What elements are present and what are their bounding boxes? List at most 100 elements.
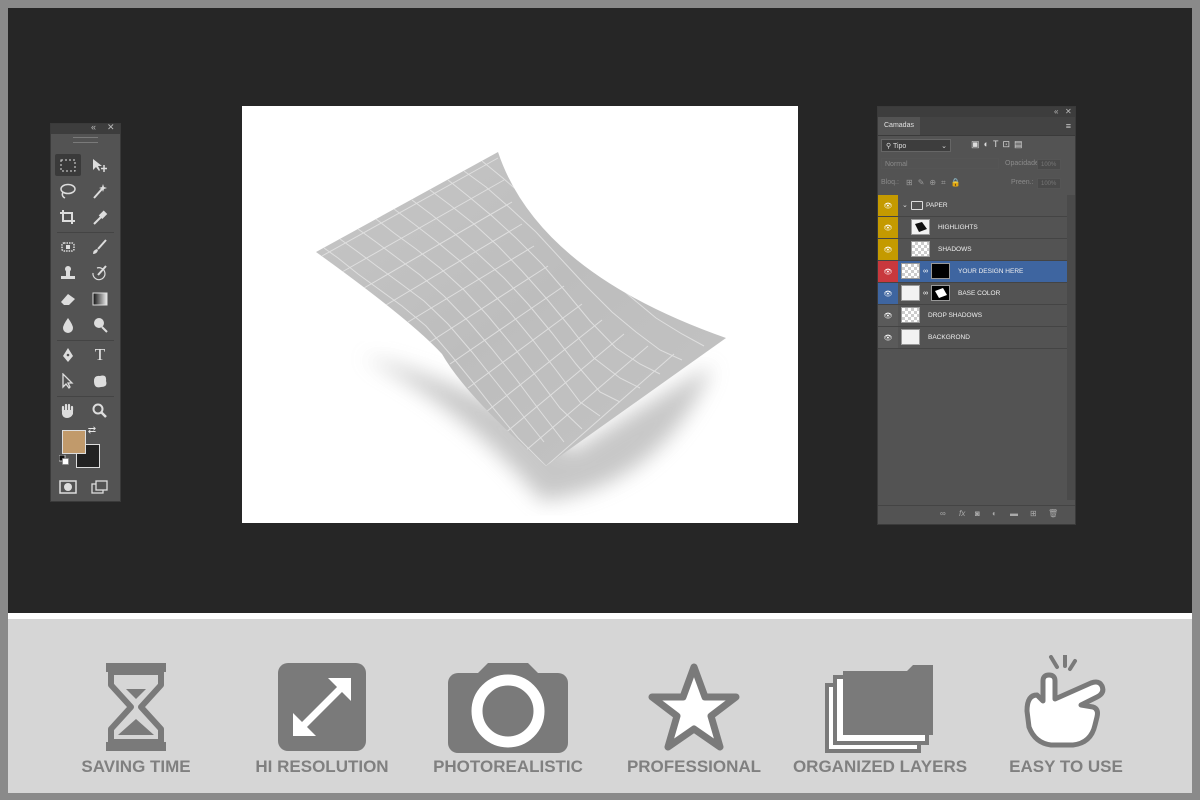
feature-label: PROFESSIONAL bbox=[626, 757, 762, 776]
default-colors-icon[interactable] bbox=[57, 454, 71, 466]
layer-row[interactable]: 👁 DROP SHADOWS bbox=[878, 305, 1067, 327]
opacity-field[interactable]: 100% bbox=[1037, 159, 1061, 170]
brush-tool-icon[interactable] bbox=[87, 236, 113, 258]
eraser-tool-icon[interactable] bbox=[55, 288, 81, 310]
visibility-eye-icon[interactable]: 👁 bbox=[878, 239, 898, 260]
visibility-eye-icon[interactable]: 👁 bbox=[878, 327, 898, 348]
layers-tab-bar: Camadas ≡ bbox=[878, 117, 1075, 136]
feature-label: HI RESOLUTION bbox=[255, 757, 389, 776]
new-layer-icon[interactable]: ⊞ bbox=[1030, 509, 1037, 518]
tool-separator bbox=[57, 396, 114, 397]
layer-name: DROP SHADOWS bbox=[928, 312, 983, 319]
chevron-down-icon[interactable]: ⌄ bbox=[902, 195, 908, 216]
close-icon[interactable]: ✕ bbox=[107, 122, 115, 133]
link-icon[interactable]: ∞ bbox=[940, 509, 946, 518]
expand-arrows-icon bbox=[278, 663, 366, 751]
chevron-down-icon: ⌄ bbox=[941, 143, 947, 150]
adjustment-icon[interactable]: ◐ bbox=[992, 509, 997, 518]
pen-tool-icon[interactable] bbox=[55, 344, 81, 366]
layer-filter-select[interactable]: ⚲ Tipo ⌄ bbox=[881, 139, 951, 152]
layer-row[interactable]: 👁 ∞ BASE COLOR bbox=[878, 283, 1067, 305]
layer-row[interactable]: 👁 HIGHLIGHTS bbox=[878, 217, 1067, 239]
folder-icon bbox=[911, 201, 923, 210]
healing-brush-icon[interactable] bbox=[55, 236, 81, 258]
layer-row[interactable]: 👁 SHADOWS bbox=[878, 239, 1067, 261]
lock-icons[interactable]: ⊞✎⊕⌗🔒 bbox=[906, 176, 966, 189]
layer-row[interactable]: 👁 ∞ YOUR DESIGN HERE bbox=[878, 261, 1067, 283]
layer-row[interactable]: 👁 ⌄ PAPER bbox=[878, 195, 1067, 217]
fill-label: Preen.: bbox=[1011, 179, 1034, 186]
layers-panel-titlebar: « ✕ bbox=[878, 107, 1075, 117]
fill-field[interactable]: 100% bbox=[1037, 178, 1061, 189]
mask-thumbnail[interactable] bbox=[931, 285, 950, 301]
path-selection-icon[interactable] bbox=[55, 370, 81, 392]
layer-thumbnail bbox=[901, 329, 920, 345]
blend-mode-select[interactable]: Normal bbox=[881, 158, 999, 169]
layer-row[interactable]: 👁 BACKGROND bbox=[878, 327, 1067, 349]
blur-tool-icon[interactable] bbox=[55, 314, 81, 336]
eyedropper-icon[interactable] bbox=[87, 206, 113, 228]
visibility-eye-icon[interactable]: 👁 bbox=[878, 217, 898, 238]
layers-footer: ∞ fx ◙ ◐ ▬ ⊞ 🗑 bbox=[878, 505, 1075, 524]
panel-grip[interactable] bbox=[73, 137, 98, 143]
visibility-eye-icon[interactable]: 👁 bbox=[878, 283, 898, 304]
visibility-eye-icon[interactable]: 👁 bbox=[878, 261, 898, 282]
camera-icon bbox=[448, 663, 568, 753]
marquee-tool-icon[interactable] bbox=[55, 154, 81, 176]
smart-filter-icon[interactable]: ▤ bbox=[1014, 139, 1027, 149]
layers-panel: « ✕ Camadas ≡ ⚲ Tipo ⌄ ▣◐T⊡▤ Normal Opac… bbox=[877, 106, 1076, 525]
history-brush-icon[interactable] bbox=[87, 262, 113, 284]
foreground-color-swatch[interactable] bbox=[62, 430, 86, 454]
layer-thumbnail bbox=[901, 285, 920, 301]
layer-thumbnail bbox=[911, 241, 930, 257]
hourglass-icon bbox=[106, 663, 166, 751]
magic-wand-icon[interactable] bbox=[87, 180, 113, 202]
paper-mockup-image bbox=[316, 152, 726, 501]
mask-thumbnail[interactable] bbox=[931, 263, 950, 279]
layers-scrollbar[interactable] bbox=[1067, 195, 1075, 500]
dodge-tool-icon[interactable] bbox=[87, 314, 113, 336]
zoom-tool-icon[interactable] bbox=[87, 400, 113, 422]
collapse-icon[interactable]: « bbox=[1054, 107, 1058, 116]
mask-icon[interactable]: ◙ bbox=[975, 509, 980, 518]
swap-colors-icon[interactable]: ⇄ bbox=[85, 424, 99, 436]
trash-icon[interactable]: 🗑 bbox=[1048, 509, 1058, 518]
visibility-eye-icon[interactable]: 👁 bbox=[878, 305, 898, 326]
chain-link-icon[interactable]: ∞ bbox=[923, 283, 928, 304]
close-icon[interactable]: ✕ bbox=[1065, 107, 1072, 116]
layer-name: YOUR DESIGN HERE bbox=[958, 268, 1024, 275]
custom-shape-icon[interactable] bbox=[87, 370, 113, 392]
feature-label: SAVING TIME bbox=[81, 757, 191, 776]
folder-icon[interactable]: ▬ bbox=[1010, 509, 1018, 518]
tab-layers[interactable]: Camadas bbox=[878, 117, 920, 135]
screen-mode-icon[interactable] bbox=[87, 476, 113, 498]
chain-link-icon[interactable]: ∞ bbox=[923, 261, 928, 282]
shape-filter-icon[interactable]: ⊡ bbox=[1002, 139, 1014, 149]
lasso-tool-icon[interactable] bbox=[55, 180, 81, 202]
panel-menu-icon[interactable]: ≡ bbox=[1066, 121, 1071, 131]
feature-hi-resolution: HI RESOLUTION bbox=[232, 619, 412, 793]
adjustment-filter-icon[interactable]: ◐ bbox=[984, 139, 993, 149]
layer-name: BASE COLOR bbox=[958, 290, 1001, 297]
pixel-filter-icon[interactable]: ▣ bbox=[971, 139, 984, 149]
gradient-tool-icon[interactable] bbox=[87, 288, 113, 310]
tools-panel: « ✕ T ⇄ bbox=[50, 122, 121, 502]
feature-professional: PROFESSIONAL bbox=[604, 619, 784, 793]
layer-thumbnail bbox=[901, 307, 920, 323]
crop-tool-icon[interactable] bbox=[55, 206, 81, 228]
layer-name: PAPER bbox=[926, 202, 948, 209]
fx-icon[interactable]: fx bbox=[959, 509, 965, 518]
type-tool-icon[interactable]: T bbox=[87, 344, 113, 366]
visibility-eye-icon[interactable]: 👁 bbox=[878, 195, 898, 216]
pointing-hand-icon bbox=[1024, 655, 1106, 748]
search-icon: ⚲ bbox=[886, 143, 893, 150]
feature-organized-layers: ORGANIZED LAYERS bbox=[790, 619, 970, 793]
hand-tool-icon[interactable] bbox=[55, 400, 81, 422]
quick-mask-icon[interactable] bbox=[55, 476, 81, 498]
move-tool-icon[interactable] bbox=[87, 154, 113, 176]
clone-stamp-icon[interactable] bbox=[55, 262, 81, 284]
document-canvas[interactable] bbox=[242, 106, 798, 523]
collapse-icon[interactable]: « bbox=[91, 122, 96, 132]
layer-thumbnail bbox=[911, 219, 930, 235]
feature-saving-time: SAVING TIME bbox=[46, 619, 226, 793]
